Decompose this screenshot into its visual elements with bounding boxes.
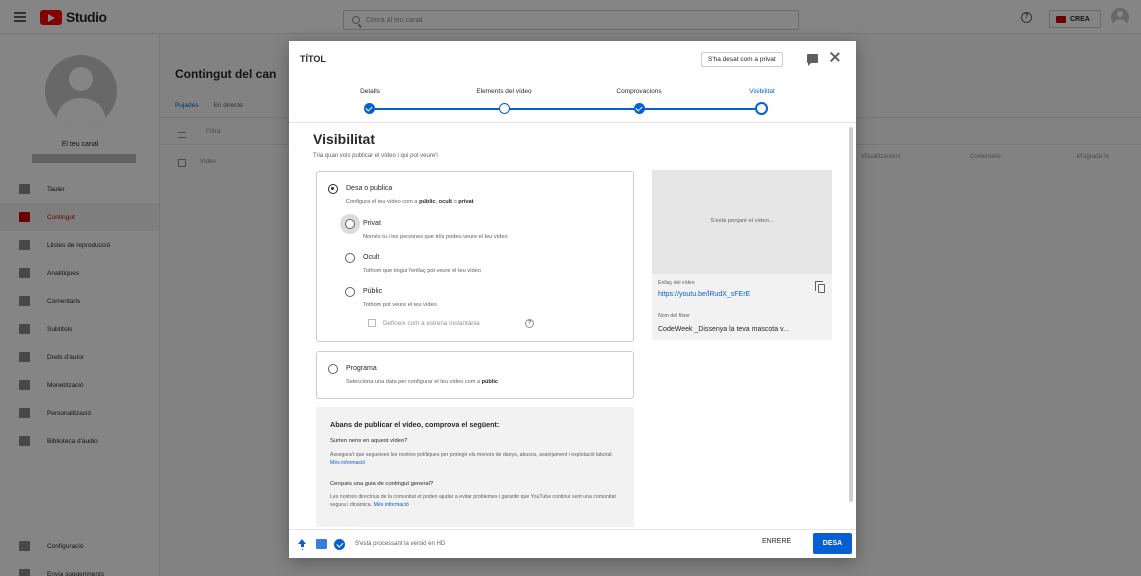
hd-icon [316, 539, 327, 549]
learn-more-link[interactable]: Més informació [330, 460, 365, 466]
public-title: Públic [363, 288, 383, 295]
unlisted-radio[interactable] [345, 253, 355, 263]
schedule-radio[interactable] [328, 364, 338, 374]
help-icon[interactable]: ? [525, 319, 534, 328]
schedule-panel: Programa Selecciona una data per configu… [316, 351, 634, 399]
uploading-text: S'està penjant el vídeo... [710, 218, 774, 224]
private-radio[interactable] [345, 219, 355, 229]
saved-status-chip: S'ha desat com a privat [701, 52, 783, 67]
dialog-footer: S'està processant la versió en HD ENRERE… [289, 529, 856, 558]
file-name: CodeWeek _Dissenya la teva mascota v... [658, 326, 789, 333]
step-current-circle-icon[interactable] [755, 102, 768, 115]
upload-icon [298, 539, 307, 549]
private-desc: Només tu i les persones que triïs podeu … [363, 234, 508, 240]
save-publish-desc: Configura el teu vídeo com a públic, ocu… [346, 199, 474, 205]
file-name-label: Nom del fitxer [658, 313, 690, 319]
checklist-text-kids: Assegura't que segueixes les nostres pol… [330, 452, 614, 466]
step-checks[interactable]: Comprovacions [589, 88, 689, 95]
checklist-title: Abans de publicar el vídeo, comprova el … [330, 420, 500, 429]
video-link-label: Enllaç del vídeo [658, 280, 695, 286]
public-radio[interactable] [345, 287, 355, 297]
visibility-heading: Visibilitat [313, 131, 375, 147]
unlisted-title: Ocult [363, 254, 380, 261]
unlisted-desc: Tothom que tingui l'enllaç pot veure el … [363, 268, 481, 274]
save-button[interactable]: DESA [813, 533, 852, 554]
visibility-subheading: Tria quan vols publicar el vídeo i qui p… [313, 153, 438, 159]
stepper-line [367, 108, 755, 110]
step-visibility[interactable]: Visibilitat [712, 88, 812, 95]
video-preview-card: S'està penjant el vídeo... Enllaç del ví… [652, 170, 832, 340]
check-circle-icon [334, 539, 345, 550]
step-video-elements[interactable]: Elements del vídeo [454, 88, 554, 95]
checklist-question-kids: Surten nens en aquest vídeo? [330, 438, 408, 444]
public-desc: Tothom pot veure el teu vídeo [363, 302, 437, 308]
save-publish-radio[interactable] [328, 184, 338, 194]
close-icon[interactable] [829, 51, 841, 63]
processing-status: S'està processant la versió en HD [355, 541, 446, 547]
scrollbar[interactable] [849, 127, 853, 502]
upload-dialog: TÍTOL S'ha desat com a privat Detalls El… [289, 41, 856, 558]
dialog-title: TÍTOL [300, 54, 326, 64]
save-publish-title: Desa o publica [346, 185, 393, 192]
premiere-label: Defineix com a estrena instantània [383, 320, 480, 327]
premiere-checkbox[interactable] [368, 319, 376, 327]
divider [289, 122, 856, 123]
learn-more-link[interactable]: Més informació [374, 502, 409, 508]
checklist-text-guide: Les nostres directrius de la comunitat e… [330, 494, 616, 508]
back-button[interactable]: ENRERE [762, 538, 791, 545]
step-open-circle-icon[interactable] [499, 103, 510, 114]
step-done-check-icon[interactable] [364, 103, 375, 114]
save-publish-panel: Desa o publica Configura el teu vídeo co… [316, 171, 634, 342]
pre-publish-checklist: Abans de publicar el vídeo, comprova el … [316, 407, 634, 527]
step-details[interactable]: Detalls [320, 88, 420, 95]
copy-icon[interactable] [815, 281, 825, 293]
feedback-icon[interactable] [807, 54, 818, 66]
private-title: Privat [363, 220, 381, 227]
checklist-question-guide: Cerques una guia de contingut general? [330, 481, 434, 487]
schedule-desc: Selecciona una data per configurar el te… [346, 379, 499, 385]
video-link[interactable]: https://youtu.be/lRudX_sFErE [658, 291, 750, 298]
schedule-title: Programa [346, 365, 377, 372]
step-done-check-icon[interactable] [634, 103, 645, 114]
